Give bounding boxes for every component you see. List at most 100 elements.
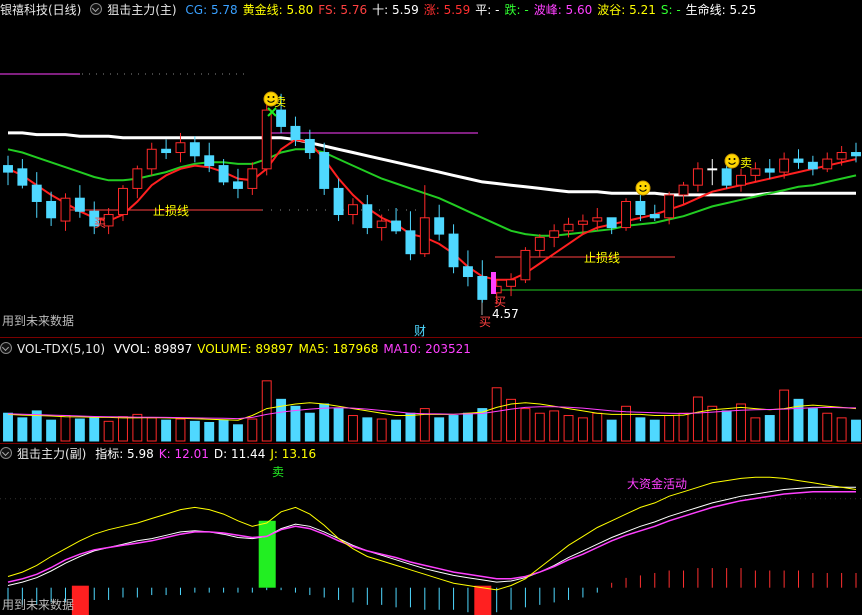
volume-bar xyxy=(649,419,660,442)
low-price-label: 4.57 xyxy=(492,307,519,321)
sub-indicator-panel: 卖大资金活动 xyxy=(0,465,862,615)
candle-body xyxy=(592,217,603,222)
candle-body xyxy=(204,155,215,167)
volume-bar xyxy=(635,417,646,442)
candle-body xyxy=(405,230,416,255)
candle-body xyxy=(534,236,545,251)
volume-bar xyxy=(549,410,560,442)
candle-body xyxy=(376,220,387,229)
candle-body xyxy=(362,204,373,229)
volume-panel xyxy=(3,380,861,442)
candle-body xyxy=(448,233,459,268)
sub-values: 指标: 5.98 K: 12.01 D: 11.44 J: 13.16 xyxy=(95,447,321,461)
volume-bar xyxy=(577,417,588,442)
candle-body xyxy=(333,187,344,216)
volume-bar xyxy=(405,412,416,442)
volume-bar xyxy=(721,410,732,442)
volume-bar xyxy=(836,417,847,442)
volume-bar xyxy=(17,417,28,442)
candle-body xyxy=(462,266,473,278)
candle-body xyxy=(132,168,143,189)
big-money-label: 大资金活动 xyxy=(627,476,687,491)
red-signal-block xyxy=(474,585,492,615)
candle-body xyxy=(218,165,229,183)
candle-body xyxy=(836,152,847,160)
volume-bar xyxy=(261,380,272,442)
volume-bar xyxy=(434,417,445,442)
sub-value-1: K: 12.01 xyxy=(158,447,209,461)
volume-bar xyxy=(851,419,861,442)
candle-body xyxy=(74,197,85,212)
future-data-note: 用到未来数据 xyxy=(2,314,75,328)
volume-indicator-name[interactable]: VOL-TDX(5,10) xyxy=(17,342,105,356)
smiley-icon-eye xyxy=(733,158,736,160)
volume-bar xyxy=(247,418,258,442)
smiley-icon xyxy=(635,180,651,196)
volume-bar xyxy=(391,419,402,442)
candle-body xyxy=(779,158,790,173)
volume-values: VVOL: 89897 VOLUME: 89897 MA5: 187968 MA10:… xyxy=(114,342,476,356)
candle-body xyxy=(347,204,358,216)
volume-bar xyxy=(304,412,315,442)
main-price-panel: 买止损线卖买买4.57止损线卖财 xyxy=(0,73,862,338)
candle-body xyxy=(247,168,258,189)
sub-value-0: 指标: 5.98 xyxy=(95,447,154,461)
d-line xyxy=(7,486,856,586)
volume-bar xyxy=(563,415,574,442)
candle-body xyxy=(189,142,200,157)
candle-body xyxy=(664,194,675,219)
sub-toggle-icon[interactable] xyxy=(0,447,12,459)
vol-value-1: VOLUME: 89897 xyxy=(197,342,294,356)
candle-body xyxy=(577,220,588,225)
candle-body xyxy=(621,200,631,229)
sub-value-2: D: 11.44 xyxy=(213,447,266,461)
volume-bar xyxy=(750,417,761,442)
candle-body xyxy=(807,161,818,170)
volume-bar xyxy=(161,419,172,442)
candle-body xyxy=(276,109,287,127)
finance-marker-label: 财 xyxy=(414,324,426,338)
volume-bar xyxy=(118,416,128,442)
smiley-icon-eye xyxy=(644,185,647,187)
sub-indicator-name[interactable]: 狙击主力(副) xyxy=(17,447,86,461)
sub-sell-label: 卖 xyxy=(272,465,284,479)
volume-bar xyxy=(520,408,531,442)
candle-body xyxy=(319,152,330,189)
candle-body xyxy=(764,168,775,173)
volume-bar xyxy=(678,412,689,442)
volume-bar xyxy=(736,403,746,442)
smiley-icon xyxy=(263,91,279,107)
volume-bar xyxy=(103,420,114,442)
green-signal-block xyxy=(258,520,276,588)
stop-loss-label-2: 止损线 xyxy=(584,251,620,265)
candle-body xyxy=(118,187,128,216)
candle-body xyxy=(793,158,804,163)
smiley-icon xyxy=(724,153,740,169)
volume-bar xyxy=(333,408,344,442)
future-data-note-sub: 用到未来数据 xyxy=(2,598,75,612)
candle-body xyxy=(692,168,703,186)
volume-bar xyxy=(347,415,358,442)
volume-bar xyxy=(3,412,13,442)
volume-toggle-icon[interactable] xyxy=(0,342,12,354)
chart-canvas: 买止损线卖买买4.57止损线卖财 卖大资金活动 xyxy=(0,73,862,615)
volume-bar xyxy=(606,419,617,442)
candle-body xyxy=(477,276,488,300)
volume-bar xyxy=(60,415,71,442)
smiley-icon-eye xyxy=(639,185,642,187)
smiley-icon-eye xyxy=(272,96,275,98)
candle-body xyxy=(563,223,574,232)
candle-body xyxy=(520,249,531,281)
smiley-icon-eye xyxy=(728,158,731,160)
candle-body xyxy=(506,279,517,287)
vol-value-2: MA5: 187968 xyxy=(298,342,379,356)
candle-body xyxy=(46,200,57,219)
candle-body xyxy=(60,197,71,222)
smiley-icon-eye xyxy=(267,96,270,98)
candle-body xyxy=(175,142,186,154)
candle-body xyxy=(419,217,430,255)
sub-header: 狙击主力(副) 指标: 5.98 K: 12.01 D: 11.44 J: 13.16 xyxy=(0,445,326,463)
volume-bar xyxy=(319,403,330,442)
candle-body xyxy=(304,138,315,154)
volume-bar xyxy=(89,417,100,442)
